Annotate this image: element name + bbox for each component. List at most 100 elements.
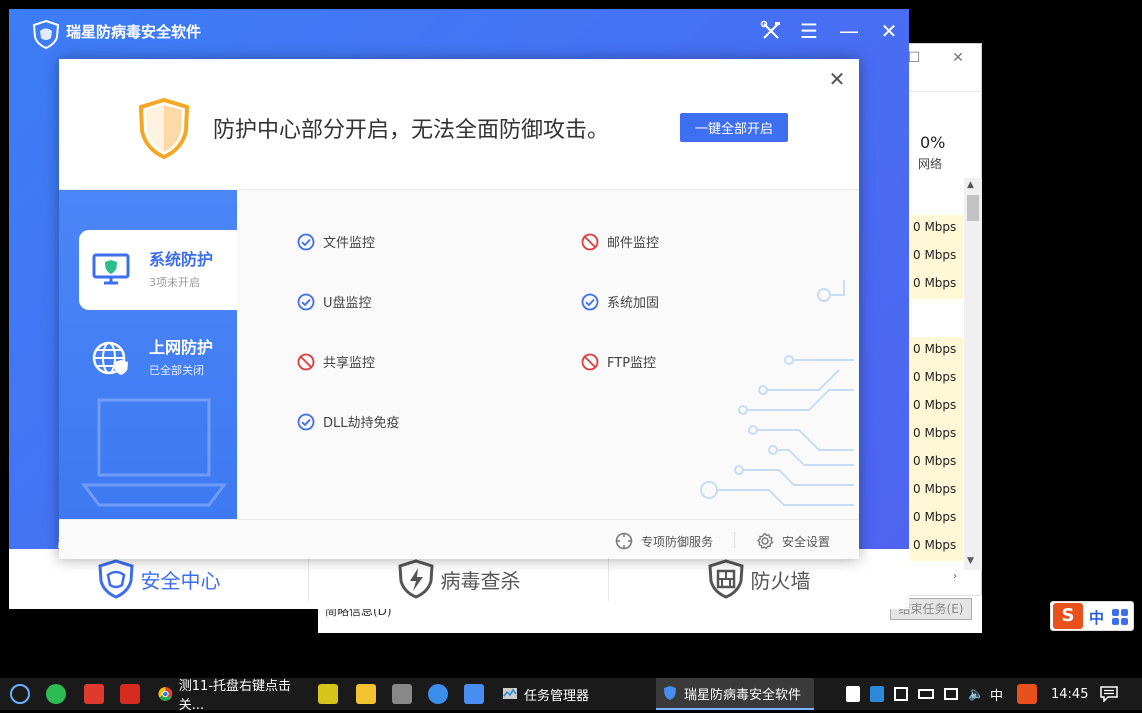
- close-icon[interactable]: ✕: [877, 19, 901, 43]
- network-icon[interactable]: [944, 688, 958, 700]
- app-title: 瑞星防病毒安全软件: [66, 23, 202, 41]
- system-tray: 🔈: [846, 678, 984, 710]
- warning-shield-icon: [138, 97, 190, 160]
- wechat-icon[interactable]: [46, 684, 66, 704]
- tab-web-protection[interactable]: 上网防护 已全部关闭: [79, 318, 237, 398]
- item-file-monitor[interactable]: 文件监控: [297, 232, 375, 251]
- network-column-header[interactable]: 网络: [918, 155, 942, 172]
- scroll-up-icon[interactable]: ▲: [967, 180, 974, 190]
- ime-toolbar[interactable]: S 中: [1050, 601, 1134, 631]
- crosshair-icon: [615, 532, 633, 550]
- item-label: 共享监控: [323, 356, 376, 371]
- scroll-right-icon[interactable]: ›: [953, 571, 957, 582]
- divider: [910, 91, 982, 92]
- footer-link-label: 安全设置: [782, 534, 831, 549]
- menu-icon[interactable]: ☰: [797, 19, 821, 43]
- table-row[interactable]: 0 Mbps: [910, 449, 963, 477]
- footer-link-label: 专项防御服务: [641, 534, 714, 549]
- calculator-icon[interactable]: [392, 684, 412, 704]
- table-row[interactable]: 0 Mbps: [910, 337, 963, 365]
- special-defense-service-link[interactable]: 专项防御服务: [615, 532, 713, 550]
- taskbar-app-chrome[interactable]: 测11-托盘右键点击关...: [152, 678, 306, 713]
- item-dll-immunity[interactable]: DLL劫持免疫: [297, 412, 400, 431]
- app-icon[interactable]: [428, 684, 448, 704]
- security-settings-link[interactable]: 安全设置: [756, 532, 830, 550]
- grid-apps-icon[interactable]: [1111, 608, 1129, 626]
- volume-icon[interactable]: 🔈: [968, 687, 984, 702]
- rising-shield-icon: [664, 686, 676, 700]
- scroll-down-icon[interactable]: ▼: [967, 556, 974, 566]
- table-row[interactable]: 0 Mbps: [910, 533, 963, 561]
- tab-title: 上网防护: [149, 338, 214, 357]
- check-circle-icon: [297, 293, 315, 310]
- enable-all-button[interactable]: 一键全部开启: [680, 113, 788, 142]
- sogou-logo-icon: S: [1053, 603, 1083, 629]
- item-ftp-monitor[interactable]: FTP监控: [581, 352, 656, 371]
- dialog-close-icon[interactable]: ✕: [827, 69, 847, 89]
- tab-subtitle: 3项未开启: [149, 276, 200, 289]
- item-label: DLL劫持免疫: [323, 416, 400, 431]
- taskbar-app-label: 瑞星防病毒安全软件: [684, 687, 802, 703]
- notification-icon[interactable]: [1100, 686, 1118, 702]
- ime-mode-indicator[interactable]: 中: [990, 678, 1003, 710]
- table-row[interactable]: 0 Mbps: [910, 271, 963, 299]
- item-label: 文件监控: [323, 236, 376, 251]
- bolt-shield-icon: [397, 559, 434, 599]
- taskbar-app-rising[interactable]: 瑞星防病毒安全软件: [656, 678, 814, 710]
- table-row[interactable]: [910, 299, 963, 327]
- task-manager-icon: [503, 688, 517, 699]
- taskbar-app-label: 测11-托盘右键点击关...: [178, 679, 292, 713]
- item-share-monitor[interactable]: 共享监控: [297, 352, 375, 371]
- check-circle-icon: [581, 293, 599, 310]
- app-icon[interactable]: [318, 684, 338, 704]
- divider: [734, 532, 735, 548]
- item-system-hardening[interactable]: 系统加固: [581, 292, 659, 311]
- tools-icon[interactable]: [759, 19, 783, 43]
- item-label: 系统加固: [607, 296, 660, 311]
- close-icon[interactable]: ✕: [941, 47, 975, 69]
- scrollbar-thumb[interactable]: [967, 195, 979, 221]
- ime-mode[interactable]: 中: [1089, 607, 1104, 628]
- vertical-scrollbar[interactable]: [964, 178, 982, 570]
- taskbar: 测11-托盘右键点击关... 任务管理器 瑞星防病毒安全软件 🔈 中 14:45: [0, 678, 1142, 713]
- status-headline: 防护中心部分开启，无法全面防御攻击。: [213, 118, 610, 143]
- table-row[interactable]: 0 Mbps: [910, 477, 963, 505]
- table-row[interactable]: 0 Mbps: [910, 243, 963, 271]
- pdf-icon[interactable]: [120, 684, 140, 704]
- firewall-shield-icon: [707, 559, 744, 599]
- disabled-icon: [581, 233, 599, 250]
- shield-tray-icon[interactable]: [846, 686, 860, 702]
- tab-system-protection[interactable]: 系统防护 3项未开启: [79, 230, 237, 310]
- table-row[interactable]: 0 Mbps: [910, 421, 963, 449]
- table-row[interactable]: 0 Mbps: [910, 365, 963, 393]
- start-icon[interactable]: [10, 684, 30, 704]
- disabled-icon: [297, 353, 315, 370]
- laptop-decoration: [81, 398, 227, 507]
- app-icon[interactable]: [356, 684, 376, 704]
- check-circle-icon: [297, 413, 315, 430]
- item-usb-monitor[interactable]: U盘监控: [297, 292, 372, 311]
- app-tray-icon[interactable]: [894, 687, 908, 701]
- battery-icon[interactable]: [918, 689, 934, 699]
- rising-tray-icon[interactable]: [870, 686, 884, 702]
- protection-dialog: ✕ 防护中心部分开启，无法全面防御攻击。 一键全部开启 系统防护 3项未开启 上…: [59, 59, 859, 559]
- app-icon[interactable]: [84, 684, 104, 704]
- nav-label: 安全中心: [140, 568, 221, 593]
- item-mail-monitor[interactable]: 邮件监控: [581, 232, 659, 251]
- item-label: 邮件监控: [607, 236, 660, 251]
- check-circle-icon: [297, 233, 315, 250]
- minimize-icon[interactable]: —: [837, 19, 861, 43]
- table-row[interactable]: 0 Mbps: [910, 505, 963, 533]
- nav-label: 病毒查杀: [440, 568, 521, 593]
- table-row[interactable]: 0 Mbps: [910, 393, 963, 421]
- taskbar-app-task-manager[interactable]: 任务管理器: [496, 678, 646, 710]
- chrome-icon: [158, 687, 173, 701]
- clock[interactable]: 14:45: [1051, 678, 1088, 710]
- globe-shield-icon: [92, 341, 128, 375]
- monitor-shield-icon: [92, 253, 130, 285]
- circuit-decoration: [700, 280, 854, 506]
- app-icon[interactable]: [464, 684, 484, 704]
- taskbar-app-label: 任务管理器: [524, 688, 590, 704]
- sogou-tray-icon[interactable]: [1017, 684, 1037, 704]
- table-row[interactable]: 0 Mbps: [910, 215, 963, 243]
